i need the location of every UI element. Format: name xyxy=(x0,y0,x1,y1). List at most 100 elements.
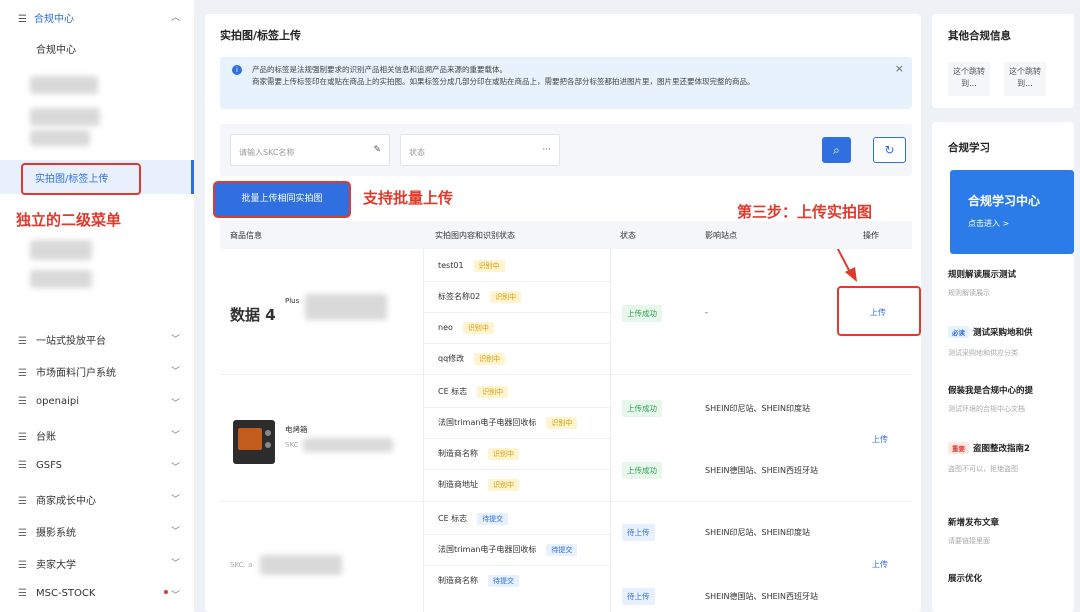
status-select[interactable]: 状态 ··· xyxy=(400,134,560,166)
sidebar-item-2[interactable]: ☰ openaipi ﹀ xyxy=(18,396,186,412)
photo-item: 标签名称02 识别中 xyxy=(438,291,522,303)
row-divider xyxy=(220,501,912,502)
right-panel: 其他合规信息 这个跳转到... 这个跳转到... 合规学习 合规学习中心 点击进… xyxy=(932,14,1080,612)
learning-entry[interactable]: 展示优化 xyxy=(948,572,1074,584)
sidebar-item-0[interactable]: ☰ 一站式投放平台 ﹀ xyxy=(18,332,186,348)
learning-entry-sub: 盗图不可以，拒绝盗图 xyxy=(948,465,1018,473)
cell-divider xyxy=(423,281,610,282)
recognition-tag: 待提交 xyxy=(477,513,509,525)
learning-entry[interactable]: 重要 盗图整改指南2 xyxy=(948,442,1074,454)
sidebar-item-3[interactable]: ☰ 台账 ﹀ xyxy=(18,428,186,444)
photo-item: CE 标志 待提交 xyxy=(438,513,509,525)
cell-divider xyxy=(423,407,610,408)
cell-divider xyxy=(423,565,610,566)
sidebar-item-label: 摄影系统 xyxy=(36,528,76,539)
annotation-step3-text: 第三步：上传实拍图 xyxy=(737,203,873,221)
learning-entry-sub: 测试采购地和供应分类 xyxy=(948,349,1018,357)
photo-item: 法国triman电子电器回收标 待提交 xyxy=(438,544,578,556)
blurred-menu-item xyxy=(30,76,98,94)
sites-text: SHEIN德国站、SHEIN西班牙站 xyxy=(705,592,818,601)
sidebar-item-label: GSFS xyxy=(36,460,63,471)
skc-placeholder: 请输入SKC名称 xyxy=(239,148,295,157)
col-photo-content: 实拍图内容和识别状态 xyxy=(435,231,515,240)
learning-center-banner[interactable]: 合规学习中心 点击进入 > xyxy=(950,170,1074,254)
notice-text: 产品的标签是法规强制要求的识别产品相关信息和追溯产品来源的重要载体。 商家需要上… xyxy=(252,65,755,86)
jump-link[interactable]: 这个跳转到... xyxy=(948,62,990,96)
status-badge: 上传成功 xyxy=(622,400,662,417)
blurred-product-info xyxy=(303,438,393,452)
learning-entry[interactable]: 假装我是合规中心的提 xyxy=(948,384,1074,396)
learning-entry-sub: 请要链接里面 xyxy=(948,537,990,545)
annotation-box-menu xyxy=(21,163,141,195)
recognition-tag: 待提交 xyxy=(546,544,578,556)
close-icon[interactable]: × xyxy=(895,62,904,75)
sidebar-item-label: 台账 xyxy=(36,432,56,443)
sidebar-item-6[interactable]: ☰ 摄影系统 ﹀ xyxy=(18,524,186,540)
chevron-up-icon: ︿ xyxy=(170,13,180,23)
photo-item-name: neo xyxy=(438,323,453,332)
learning-entry-title: 测试采购地和供 xyxy=(973,328,1033,338)
upload-link[interactable]: 上传 xyxy=(872,559,888,570)
sites-text: - xyxy=(705,308,708,317)
blurred-menu-item xyxy=(30,240,92,260)
sidebar-item-label: 一站式投放平台 xyxy=(36,336,106,347)
upload-link[interactable]: 上传 xyxy=(870,307,886,318)
sidebar-item-8[interactable]: ☰ MSC-STOCK ﹀ xyxy=(18,588,186,604)
other-info-card: 其他合规信息 这个跳转到... 这个跳转到... xyxy=(932,14,1074,108)
photo-item: 制造商地址 识别中 xyxy=(438,479,519,491)
status-badge: 上传成功 xyxy=(622,462,662,479)
recognition-tag: 识别中 xyxy=(462,322,494,334)
oven-knob xyxy=(265,442,271,448)
sidebar-item-5[interactable]: ☰ 商家成长中心 ﹀ xyxy=(18,492,186,508)
col-divider xyxy=(423,249,424,612)
sidebar-subitem-compliance[interactable]: 合规中心 xyxy=(36,41,76,56)
jump-link[interactable]: 这个跳转到... xyxy=(1004,62,1046,96)
more-icon: ··· xyxy=(542,145,551,155)
learning-entry[interactable]: 新增发布文章 xyxy=(948,516,1074,528)
sidebar-item-7[interactable]: ☰ 卖家大学 ﹀ xyxy=(18,556,186,572)
learning-entry-title: 盗图整改指南2 xyxy=(973,444,1030,454)
chevron-down-icon: ﹀ xyxy=(170,463,180,473)
sidebar-item-label: openaipi xyxy=(36,396,79,407)
menu-icon: ☰ xyxy=(18,528,27,539)
sidebar-item-label: MSC-STOCK xyxy=(36,588,96,599)
skc-search-input[interactable]: 请输入SKC名称 ✎ xyxy=(230,134,390,166)
oven-window xyxy=(238,428,262,450)
chevron-down-icon: ﹀ xyxy=(170,335,180,345)
photo-item-name: 标签名称02 xyxy=(438,292,481,301)
status-badge: 待上传 xyxy=(622,524,655,541)
menu-icon: ☰ xyxy=(18,588,27,599)
blurred-product-info xyxy=(305,294,387,320)
recognition-tag: 识别中 xyxy=(546,417,578,429)
info-icon: i xyxy=(232,65,242,75)
sidebar: ☰ 合规中心 ︿ 合规中心 实拍图/标签上传 独立的二级菜单 ☰ 一站式投放平台 ﹀ … xyxy=(0,0,194,612)
learning-entry[interactable]: 必读 测试采购地和供 xyxy=(948,326,1074,338)
col-divider xyxy=(610,249,611,612)
product-code: SKC: a xyxy=(230,561,253,569)
photo-item: qq修改 识别中 xyxy=(438,353,506,365)
status-placeholder: 状态 xyxy=(409,148,425,157)
product-name: 数据 4 xyxy=(230,306,276,324)
menu-icon: ☰ xyxy=(18,432,27,443)
product-name: 电烤箱 xyxy=(285,425,308,434)
chevron-down-icon: ﹀ xyxy=(170,399,180,409)
sites-text: SHEIN印尼站、SHEIN印度站 xyxy=(705,404,810,413)
product-image-oven xyxy=(233,420,275,464)
menu-icon: ☰ xyxy=(18,336,27,347)
col-action: 操作 xyxy=(863,231,879,240)
photo-item-name: CE 标志 xyxy=(438,387,468,396)
search-button[interactable]: ⌕ xyxy=(822,137,851,163)
refresh-button[interactable]: ↻ xyxy=(873,137,906,163)
sidebar-item-4[interactable]: ☰ GSFS ﹀ xyxy=(18,460,186,476)
sidebar-item-1[interactable]: ☰ 市场面料门户系统 ﹀ xyxy=(18,364,186,380)
sidebar-group-compliance[interactable]: ☰ 合规中心 ︿ xyxy=(18,10,186,26)
photo-item: 制造商名称 识别中 xyxy=(438,448,519,460)
notification-dot xyxy=(164,590,168,594)
menu-icon: ☰ xyxy=(18,396,27,407)
upload-link[interactable]: 上传 xyxy=(872,434,888,445)
learning-entry[interactable]: 规则解读展示测试 xyxy=(948,268,1074,280)
required-badge: 必读 xyxy=(948,326,969,338)
sites-text: SHEIN印尼站、SHEIN印度站 xyxy=(705,528,810,537)
menu-icon: ☰ xyxy=(18,560,27,571)
bulk-upload-button[interactable]: 批量上传相同实拍图 xyxy=(215,183,349,216)
